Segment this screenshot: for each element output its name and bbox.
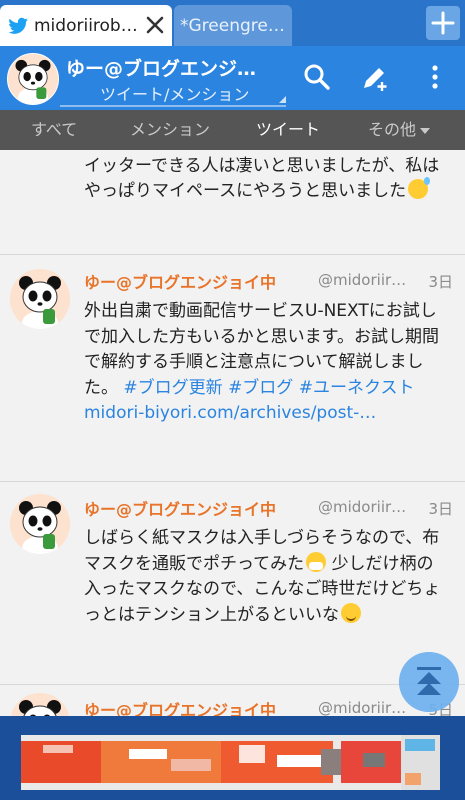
tweet-time: 3日: [428, 500, 453, 518]
panda-avatar-icon: [10, 494, 70, 554]
tweet-text: しばらく紙マスクは入手しづらそうなので、布マスクを通販でポチってみた 少しだけ柄…: [84, 526, 450, 628]
tweet-handle[interactable]: @midoriir…: [318, 271, 406, 289]
search-icon[interactable]: [302, 62, 332, 92]
avatar[interactable]: [10, 269, 70, 329]
timeline[interactable]: の後とか動らかに続らしました…毎日よめにツイッターできる人は凄いと思いましたが、…: [0, 150, 465, 716]
column-dropdown-caret: [279, 96, 286, 103]
chevron-down-icon: [420, 127, 431, 134]
filter-tabs: すべて メンション ツイート その他: [0, 110, 465, 150]
tab-label: midoriirob…: [34, 15, 138, 36]
tweet-item[interactable]: ゆー@ブログエンジョイ中 @midoriir… 3日 しばらく紙マスクは入手しづ…: [0, 482, 465, 684]
tab-mentions[interactable]: メンション: [130, 110, 210, 150]
more-vert-icon[interactable]: [420, 62, 450, 92]
tweet-link[interactable]: midori-biyori.com/archives/post-…: [84, 403, 376, 423]
hashtag[interactable]: #ユーネクスト: [299, 378, 415, 398]
avatar[interactable]: [10, 693, 70, 716]
smiling-face-emoji-icon: [341, 602, 361, 623]
grinning-sweat-emoji-icon: [408, 177, 431, 199]
column-type[interactable]: ツイート/メンション: [100, 81, 249, 105]
tweet-author[interactable]: ゆー@ブログエンジョイ中: [84, 269, 276, 293]
tab-label: *Greengre…: [180, 15, 285, 36]
ad-image: [21, 735, 440, 790]
tweet-item[interactable]: ゆー@ブログエンジョイ中 @midoriir… 3日 外出自粛で動画配信サービス…: [0, 255, 465, 481]
tab-all[interactable]: すべて: [31, 110, 77, 150]
tweet-handle[interactable]: @midoriir…: [318, 699, 406, 716]
account-avatar[interactable]: [7, 53, 59, 105]
tweet-author[interactable]: ゆー@ブログエンジョイ中: [84, 496, 276, 520]
tab-tweets[interactable]: ツイート: [256, 110, 320, 150]
tweet-partial[interactable]: の後とか動らかに続らしました…毎日よめにツイッターできる人は凄いと思いましたが、…: [0, 150, 465, 254]
tweet-handle[interactable]: @midoriir…: [318, 498, 406, 516]
ad-banner[interactable]: [21, 735, 440, 790]
column-type-underline: [60, 105, 286, 107]
panda-avatar-icon: [10, 269, 70, 329]
plus-icon[interactable]: [426, 6, 460, 40]
tab-other[interactable]: その他: [368, 110, 431, 150]
mask-face-emoji-icon: [306, 551, 327, 572]
close-icon[interactable]: [142, 12, 168, 38]
tweet-time: 3日: [428, 273, 453, 291]
tweet-author[interactable]: ゆー@ブログエンジョイ中: [84, 697, 276, 716]
tweet-text: 外出自粛で動画配信サービスU-NEXTにお試しで加入した方もいるかと思います。お…: [84, 299, 450, 427]
tweet-text-content: の後とか動らかに続らしました…毎日よめにツイッターできる人は凄いと思いましたが、…: [84, 155, 440, 202]
panda-avatar-icon: [10, 693, 70, 716]
tab-midoriirob[interactable]: midoriirob…: [0, 5, 172, 46]
hashtag[interactable]: #ブログ: [228, 378, 293, 398]
column-header: ゆー@ブログエンジ… ツイート/メンション: [0, 46, 465, 110]
tab-strip: midoriirob… *Greengre…: [0, 0, 465, 46]
twitter-bird-icon: [8, 17, 28, 34]
compose-icon[interactable]: [360, 62, 390, 92]
tab-greengre[interactable]: *Greengre…: [174, 5, 292, 46]
tweet-text: の後とか動らかに続らしました…毎日よめにツイッターできる人は凄いと思いましたが、…: [84, 150, 450, 205]
hashtag[interactable]: #ブログ更新: [123, 378, 222, 398]
scroll-to-top-icon[interactable]: [399, 652, 459, 712]
avatar[interactable]: [10, 494, 70, 554]
tweet-item[interactable]: ゆー@ブログエンジョイ中 @midoriir… 5日: [0, 685, 465, 716]
account-name[interactable]: ゆー@ブログエンジ…: [66, 54, 256, 81]
panda-avatar-icon: [8, 54, 58, 104]
tab-other-label: その他: [368, 120, 417, 139]
